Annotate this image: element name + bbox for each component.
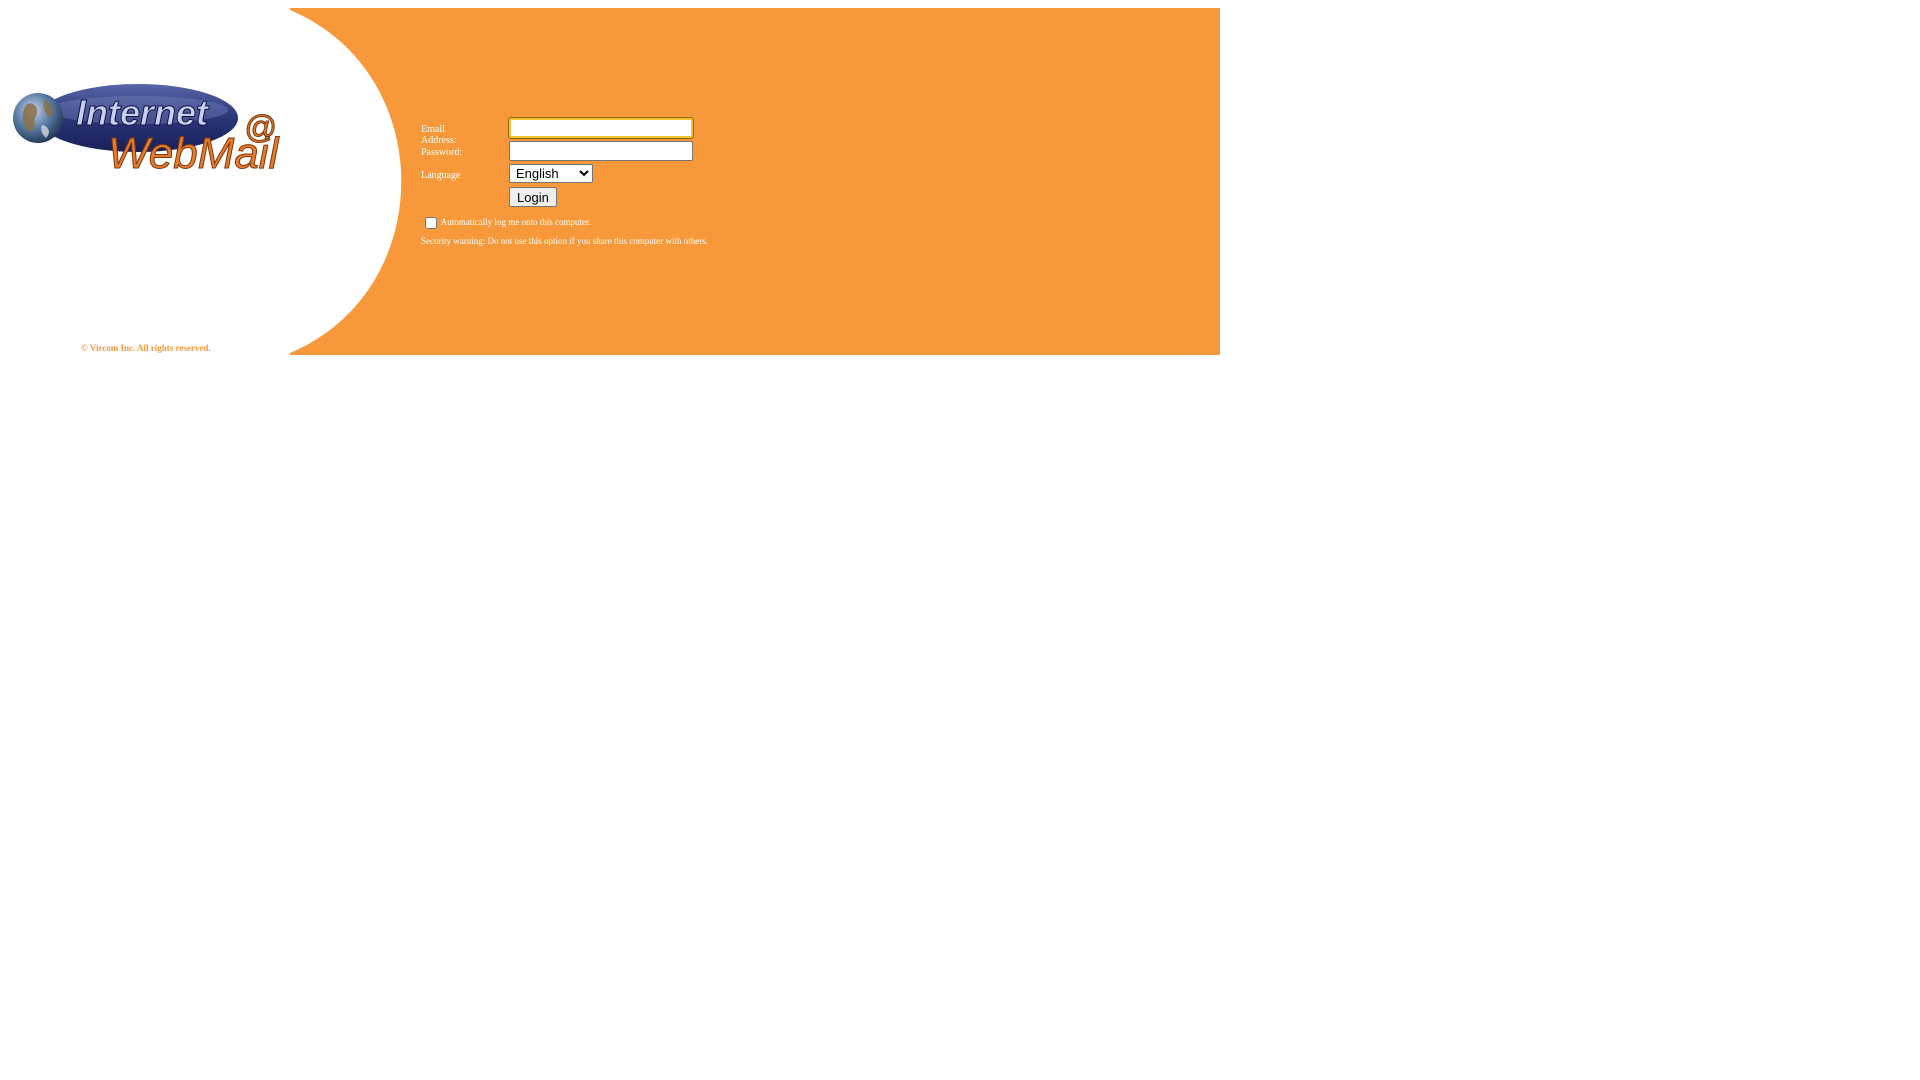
email-label: Email Address:	[421, 124, 457, 146]
security-warning: Security warning: Do not use this option…	[421, 236, 708, 246]
globe-icon	[13, 93, 63, 143]
internet-webmail-logo: Internet WebMail @	[13, 84, 280, 179]
auto-login-checkbox[interactable]	[425, 217, 437, 229]
language-select[interactable]: English	[509, 164, 593, 183]
auto-login-label: Automatically log me onto this computer.	[440, 217, 591, 228]
auto-login-row: Automatically log me onto this computer.	[421, 217, 591, 229]
email-input[interactable]	[508, 117, 694, 139]
copyright-notice: © Vircom Inc. All rights reserved.	[81, 343, 211, 353]
password-input[interactable]	[509, 141, 693, 161]
logo-at-symbol: @	[244, 109, 276, 145]
login-banner: Internet WebMail @ © Vircom Inc. All rig…	[0, 8, 1220, 355]
login-button[interactable]: Login	[509, 187, 557, 207]
password-label: Password:	[421, 147, 463, 158]
curved-divider	[0, 8, 402, 355]
logo-text-internet: Internet	[76, 92, 210, 133]
language-label: Language	[421, 170, 461, 181]
